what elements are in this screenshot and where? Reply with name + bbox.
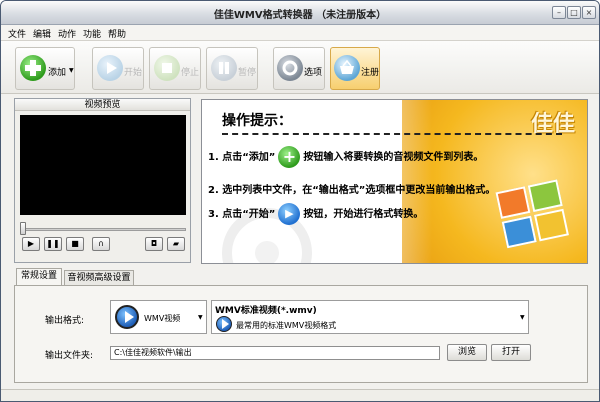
preview-screen <box>20 115 186 215</box>
format-detail-select[interactable]: WMV标准视频(*.wmv) 最常用的标准WMV视频格式 ▼ <box>211 300 529 334</box>
output-folder-label: 输出文件夹: <box>45 351 94 361</box>
start-button[interactable]: 开始 <box>92 47 144 90</box>
output-format-label: 输出格式: <box>45 316 85 326</box>
add-button[interactable]: 添加 ▼ <box>15 47 75 90</box>
stop-icon: ■ <box>71 239 79 248</box>
seek-thumb[interactable] <box>20 222 26 235</box>
dropdown-arrow-icon[interactable]: ▼ <box>69 67 74 74</box>
add-label: 添加 <box>48 68 67 78</box>
pause-button[interactable]: 暂停 <box>206 47 258 90</box>
output-folder-input[interactable]: C:\佳佳视频软件\输出 <box>110 346 440 360</box>
format-select-value: WMV视频 <box>144 314 181 323</box>
app-window: 佳佳WMV格式转换器 （未注册版本） – □ × 文件 编辑 动作 功能 帮助 … <box>0 0 600 402</box>
options-button[interactable]: 选项 <box>273 47 325 90</box>
pause-icon: ❚❚ <box>46 239 60 248</box>
stop-button[interactable]: 停止 <box>149 47 201 90</box>
close-button[interactable]: × <box>582 6 596 19</box>
play-icon: ▶ <box>278 203 301 225</box>
video-preview-panel: 视频预览 ▶ ❚❚ ■ ∩ ◘ ▰ <box>14 98 191 263</box>
tab-advanced[interactable]: 音视频高级设置 <box>64 270 134 286</box>
hint-divider <box>222 133 562 135</box>
camera-icon: ◘ <box>150 239 158 248</box>
menu-action[interactable]: 动作 <box>58 27 76 40</box>
open-folder-button[interactable]: ▰ <box>167 237 185 251</box>
menu-bar: 文件 编辑 动作 功能 帮助 <box>1 25 599 40</box>
play-control-button[interactable]: ▶ <box>22 237 40 251</box>
pause-label: 暂停 <box>238 68 257 78</box>
pause-control-button[interactable]: ❚❚ <box>44 237 62 251</box>
hint-step-2: 2. 选中列表中文件，在“输出格式”选项框中更改当前输出格式。 <box>208 185 496 196</box>
preview-title: 视频预览 <box>15 99 190 111</box>
menu-help[interactable]: 帮助 <box>108 27 126 40</box>
general-settings-panel: 输出格式: WMV视频 ▼ WMV标准视频(*.wmv) 最常用的标准WMV视频… <box>14 285 588 383</box>
basket-icon <box>334 55 360 81</box>
snapshot-button[interactable]: ◘ <box>145 237 163 251</box>
folder-icon: ▰ <box>172 239 180 248</box>
format-detail-title: WMV标准视频(*.wmv) <box>215 306 317 316</box>
hint-step-3: 3. 点击“开始” ▶ 按钮，开始进行格式转换。 <box>208 203 423 225</box>
status-bar <box>1 389 599 401</box>
hint-title: 操作提示： <box>222 113 292 129</box>
wmv-format-icon <box>115 305 139 329</box>
wmv-small-icon <box>216 316 232 332</box>
play-icon: ▶ <box>27 239 35 248</box>
stop-control-button[interactable]: ■ <box>66 237 84 251</box>
window-title: 佳佳WMV格式转换器 （未注册版本） <box>213 10 387 21</box>
gear-icon <box>277 55 303 81</box>
menu-function[interactable]: 功能 <box>83 27 101 40</box>
settings-tabs: 常规设置 音视频高级设置 <box>14 268 588 286</box>
chevron-down-icon: ▼ <box>520 314 525 321</box>
register-label: 注册 <box>361 68 380 78</box>
title-bar: 佳佳WMV格式转换器 （未注册版本） – □ × <box>1 1 599 25</box>
format-select[interactable]: WMV视频 ▼ <box>110 300 207 334</box>
play-icon <box>97 55 123 81</box>
options-label: 选项 <box>304 68 323 78</box>
menu-file[interactable]: 文件 <box>8 27 26 40</box>
headphone-button[interactable]: ∩ <box>92 237 110 251</box>
stop-label: 停止 <box>181 68 200 78</box>
start-label: 开始 <box>124 68 143 78</box>
menu-edit[interactable]: 编辑 <box>33 27 51 40</box>
format-detail-desc: 最常用的标准WMV视频格式 <box>236 321 337 330</box>
tab-general[interactable]: 常规设置 <box>16 268 62 286</box>
browse-button[interactable]: 浏览 <box>447 344 487 361</box>
open-button[interactable]: 打开 <box>491 344 531 361</box>
register-button[interactable]: 注册 <box>330 47 380 90</box>
pause-icon <box>211 55 237 81</box>
plus-icon: + <box>278 146 301 168</box>
maximize-button[interactable]: □ <box>567 6 581 19</box>
toolbar: 添加 ▼ 开始 停止 暂停 选项 注册 <box>1 40 599 94</box>
operation-hint-panel: 佳佳 操作提示： 1. 点击“添加” + 按钮输入将要转换的音视频文件到列表。 2.… <box>201 99 588 264</box>
minimize-button[interactable]: – <box>552 6 566 19</box>
plus-icon <box>20 55 46 81</box>
seek-track[interactable] <box>20 228 186 231</box>
stop-icon <box>154 55 180 81</box>
headphone-icon: ∩ <box>98 239 104 248</box>
chevron-down-icon: ▼ <box>198 314 203 321</box>
hint-step-1: 1. 点击“添加” + 按钮输入将要转换的音视频文件到列表。 <box>208 146 484 168</box>
